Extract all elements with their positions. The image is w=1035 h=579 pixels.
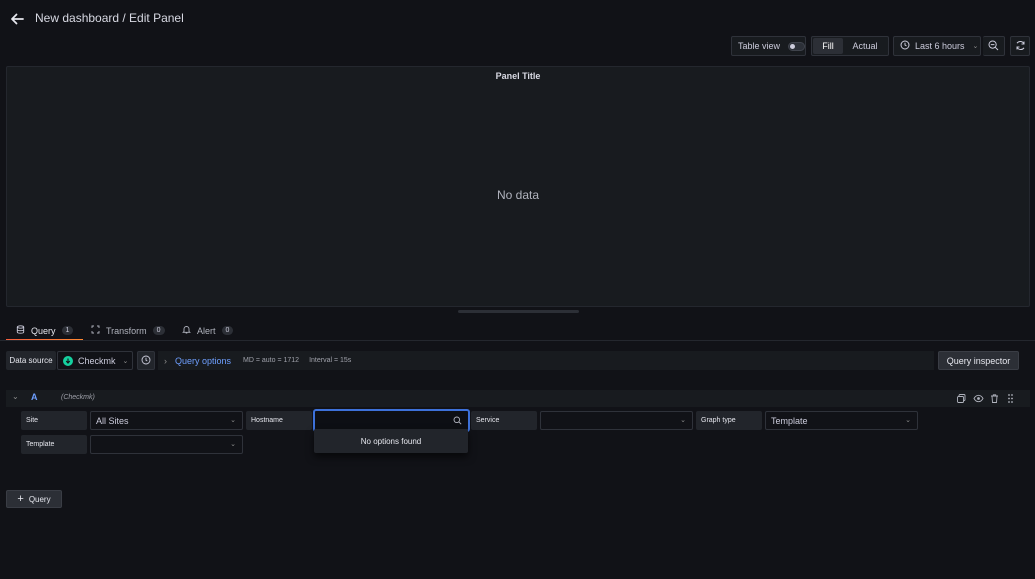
query-options-label[interactable]: Query options <box>175 356 231 366</box>
query-inspector-button[interactable]: Query inspector <box>938 351 1019 370</box>
zoom-out-button[interactable] <box>983 36 1005 56</box>
tab-query-label: Query <box>31 325 56 336</box>
duplicate-icon[interactable] <box>956 393 967 404</box>
add-query-label: Query <box>28 494 51 504</box>
query-ref-id[interactable]: A <box>31 392 38 402</box>
chevron-down-icon: ⌄ <box>230 441 236 448</box>
service-select[interactable]: ⌄ <box>540 411 693 430</box>
clock-icon <box>900 40 910 52</box>
tab-alert[interactable]: Alert 0 <box>172 320 243 341</box>
no-options-message: No options found <box>360 436 422 446</box>
datasource-label: Data source <box>6 351 56 370</box>
tab-transform-label: Transform <box>106 325 147 336</box>
site-select[interactable]: All Sites ⌄ <box>90 411 243 430</box>
eye-icon[interactable] <box>973 393 984 404</box>
plus-icon: + <box>17 492 24 505</box>
chevron-down-icon: ⌄ <box>972 43 979 50</box>
database-icon <box>16 325 25 336</box>
service-label: Service <box>471 411 537 430</box>
interval-info: Interval = 15s <box>309 357 352 364</box>
panel-preview: Panel Title No data <box>6 66 1030 307</box>
graph-type-label: Graph type <box>696 411 762 430</box>
chevron-down-icon: ⌄ <box>122 357 129 365</box>
table-view-label: Table view <box>738 41 781 51</box>
search-icon <box>453 416 462 427</box>
question-circle-icon <box>141 354 151 368</box>
hostname-input[interactable] <box>314 410 469 431</box>
chevron-right-icon: › <box>164 355 167 366</box>
time-range-picker[interactable]: Last 6 hours ⌄ <box>893 36 981 56</box>
graph-type-value: Template <box>771 415 808 426</box>
trash-icon[interactable] <box>989 393 1000 404</box>
editor-tabs: Query 1 Transform 0 Alert 0 <box>0 320 1035 341</box>
zoom-out-icon <box>988 40 999 53</box>
chevron-down-icon: ⌄ <box>230 417 236 424</box>
datasource-help-button[interactable] <box>137 351 155 370</box>
refresh-icon <box>1015 40 1026 53</box>
query-options-bar[interactable]: › Query options MD = auto = 1712 Interva… <box>158 351 934 370</box>
checkmk-logo-icon <box>63 355 73 366</box>
table-view-toggle[interactable]: Table view <box>731 36 806 56</box>
back-arrow-icon[interactable] <box>8 10 26 28</box>
tab-transform-count: 0 <box>152 326 165 335</box>
site-value: All Sites <box>96 415 129 426</box>
toggle-switch[interactable] <box>788 41 805 51</box>
graph-type-select[interactable]: Template ⌄ <box>765 411 918 430</box>
tabs-divider <box>0 340 1035 341</box>
tab-alert-count: 0 <box>221 326 234 335</box>
tab-transform[interactable]: Transform 0 <box>81 320 175 341</box>
refresh-button[interactable] <box>1010 36 1030 56</box>
datasource-picker[interactable]: Checkmk ⌄ <box>57 351 133 370</box>
collapse-chevron-icon[interactable]: ⌄ <box>12 392 19 401</box>
resize-splitter[interactable] <box>458 310 579 313</box>
no-data-message: No data <box>496 188 540 202</box>
template-label: Template <box>21 435 87 454</box>
bell-icon <box>182 325 191 336</box>
hostname-label: Hostname <box>246 411 312 430</box>
chevron-down-icon: ⌄ <box>680 417 686 424</box>
query-datasource-name: (Checkmk) <box>61 394 95 401</box>
query-row-header: ⌄ A (Checkmk) <box>6 390 1030 407</box>
template-select[interactable]: ⌄ <box>90 435 243 454</box>
panel-title[interactable]: Panel Title <box>7 71 1029 81</box>
actual-button[interactable]: Actual <box>843 38 887 54</box>
datasource-selected: Checkmk <box>78 355 116 366</box>
hostname-dropdown-menu: No options found <box>314 429 468 453</box>
transform-icon <box>91 325 100 336</box>
fill-actual-switch: Fill Actual <box>811 36 889 56</box>
chevron-down-icon: ⌄ <box>905 417 911 424</box>
tab-alert-label: Alert <box>197 325 216 336</box>
page-title: New dashboard / Edit Panel <box>35 11 184 25</box>
tab-query[interactable]: Query 1 <box>6 320 84 341</box>
add-query-button[interactable]: + Query <box>6 490 62 508</box>
time-range-label: Last 6 hours <box>915 41 965 51</box>
fill-button[interactable]: Fill <box>813 38 843 54</box>
site-label: Site <box>21 411 87 430</box>
md-info: MD = auto = 1712 <box>243 357 300 364</box>
drag-handle-icon[interactable] <box>1005 393 1016 404</box>
tab-query-count: 1 <box>61 326 74 335</box>
